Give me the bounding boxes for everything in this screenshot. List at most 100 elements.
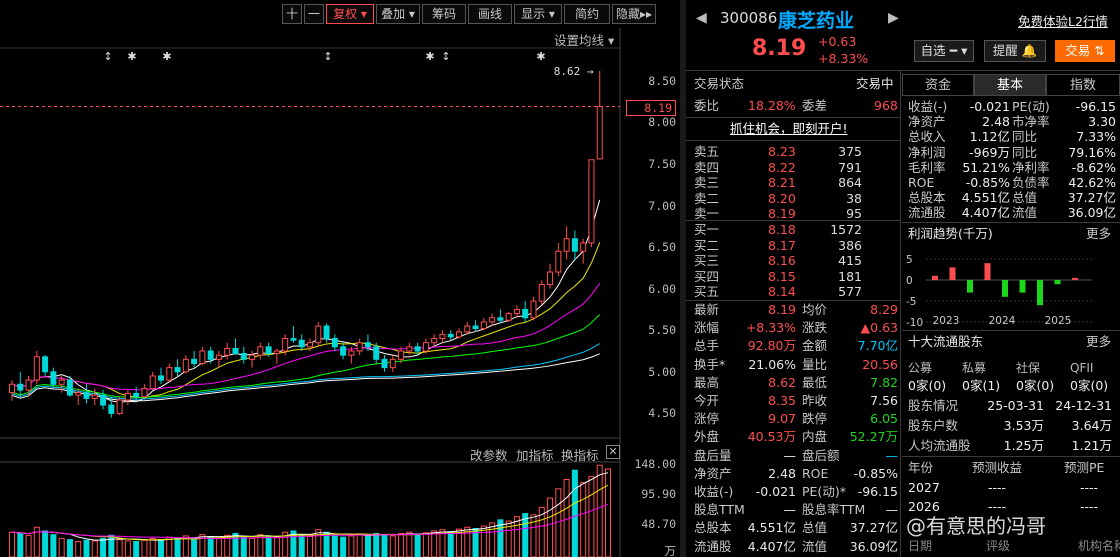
trade-status-value: 交易中: [856, 76, 894, 91]
volume-tick: 95.90: [641, 487, 676, 501]
volume-bar: [315, 529, 322, 557]
edit-params-button[interactable]: 改参数: [470, 445, 508, 464]
forecast-header: 预测收益: [972, 460, 1023, 475]
candle: [489, 313, 496, 327]
holder-type: QFII: [1070, 361, 1094, 375]
volume-bar: [108, 534, 115, 557]
profit-ytick: -5: [906, 296, 916, 308]
volume-bar: [489, 522, 496, 557]
event-marker[interactable]: ✱: [536, 50, 545, 63]
quote-value: 8.62: [768, 374, 796, 390]
ma-line: [11, 343, 600, 400]
fund-label: 流值: [1012, 205, 1038, 221]
fund-value: 7.33%: [1076, 129, 1116, 145]
quote-value: —: [783, 447, 797, 463]
quote-value: 8.35: [768, 393, 796, 408]
ask-price: 8.23: [768, 144, 796, 159]
volume-bar: [75, 541, 82, 557]
kline-chart[interactable]: ↕ ✱ ✱ ↕ ✱ ↕ ✱ 8.62 →: [0, 0, 680, 557]
ask-label: 卖三: [694, 175, 720, 190]
profit-chart: 10 5 0 -5 -10 2023 2024 2025: [906, 244, 1092, 329]
volume-bar: [58, 537, 65, 557]
ask-volume: 791: [838, 159, 862, 175]
ask-volume: 38: [846, 190, 862, 206]
volume-bar: [340, 536, 347, 557]
fund-label: ROE: [908, 175, 935, 190]
price-tick: 5.00: [648, 364, 676, 379]
quote-label: 总手: [694, 338, 720, 354]
ask-label: 卖一: [694, 206, 720, 221]
quote-value: 20.56: [862, 356, 898, 372]
candle: [9, 380, 15, 401]
prev-stock-icon[interactable]: ◀: [696, 10, 707, 26]
volume-bar: [431, 530, 438, 557]
candle: [596, 70, 603, 160]
l2-link[interactable]: 免费体验L2行情: [1018, 11, 1108, 30]
ask-label: 卖二: [694, 190, 720, 206]
watchlist-button[interactable]: 自选 ━ ▾: [914, 40, 974, 62]
event-marker[interactable]: ✱: [425, 50, 434, 63]
forecast-footer: 机构名称: [1078, 539, 1120, 553]
event-marker[interactable]: ↕: [323, 50, 332, 63]
event-marker[interactable]: ✱: [127, 50, 136, 63]
volume-bar: [149, 537, 156, 557]
profit-more-link[interactable]: 更多: [1086, 226, 1111, 242]
event-marker[interactable]: ✱: [162, 50, 171, 63]
volume-tick: 148.00: [634, 457, 676, 471]
volume-bar: [356, 533, 363, 557]
close-icon[interactable]: ✕: [606, 445, 620, 459]
holder-type: 公募: [908, 361, 933, 375]
remind-button[interactable]: 提醒 🔔: [984, 40, 1046, 62]
forecast-cell: ----: [1080, 499, 1099, 514]
candle: [174, 359, 181, 376]
candle: [472, 320, 479, 332]
fund-label: 总值: [1012, 190, 1038, 206]
quote-value: 9.07: [768, 411, 796, 427]
volume-bar: [133, 541, 140, 557]
quote-label: 量比: [802, 356, 828, 372]
tab-index[interactable]: 指数: [1046, 74, 1120, 96]
quote-value: 40.53万: [747, 429, 796, 445]
candle: [389, 355, 396, 372]
quote-value: —: [885, 447, 899, 463]
add-indicator-button[interactable]: 加指标: [516, 445, 554, 464]
volume-bar: [116, 539, 123, 557]
candle: [42, 355, 49, 376]
candle: [91, 388, 98, 406]
ask-label: 卖四: [694, 159, 720, 175]
volume-bar: [522, 513, 529, 557]
fund-value: 1.12亿: [969, 129, 1010, 145]
quote-label: 涨停: [694, 411, 720, 427]
fund-label: 净利润: [908, 144, 946, 160]
price-tick: 7.50: [648, 156, 676, 171]
candle: [456, 328, 462, 339]
switch-indicator-button[interactable]: 换指标: [561, 445, 599, 464]
fund-value: 4.407亿: [961, 205, 1010, 221]
tab-basic[interactable]: 基本: [974, 74, 1046, 96]
holder-count: 0家(1): [962, 378, 1001, 393]
event-marker[interactable]: ↕: [441, 50, 450, 63]
tab-fund[interactable]: 资金: [902, 74, 974, 96]
candle: [571, 230, 578, 260]
volume-bar: [406, 531, 413, 557]
volume-bar: [124, 540, 131, 557]
quote-value: ▲0.63: [860, 320, 898, 336]
holders-more-link[interactable]: 更多: [1086, 334, 1111, 350]
volume-bar: [265, 535, 272, 557]
quote-value: —: [885, 502, 899, 518]
next-stock-icon[interactable]: ▶: [888, 10, 899, 26]
candle: [422, 338, 429, 354]
volume-bar: [447, 531, 454, 557]
quote-label: 外盘: [694, 429, 720, 445]
promo-link[interactable]: 抓住机会，即刻开户!: [730, 121, 848, 137]
candle: [588, 159, 595, 248]
volume-bar: [141, 539, 148, 557]
trade-button[interactable]: 交易 ⇅: [1055, 40, 1115, 62]
quote-label: 最新: [694, 302, 720, 317]
profit-year-label: 2025: [1045, 315, 1072, 327]
bid-price: 8.17: [768, 237, 796, 253]
event-marker[interactable]: ↕: [103, 50, 112, 63]
quote-label: 金额: [802, 338, 828, 354]
holder-count: 0家(0): [908, 378, 947, 393]
ask-volume: 864: [838, 175, 862, 190]
